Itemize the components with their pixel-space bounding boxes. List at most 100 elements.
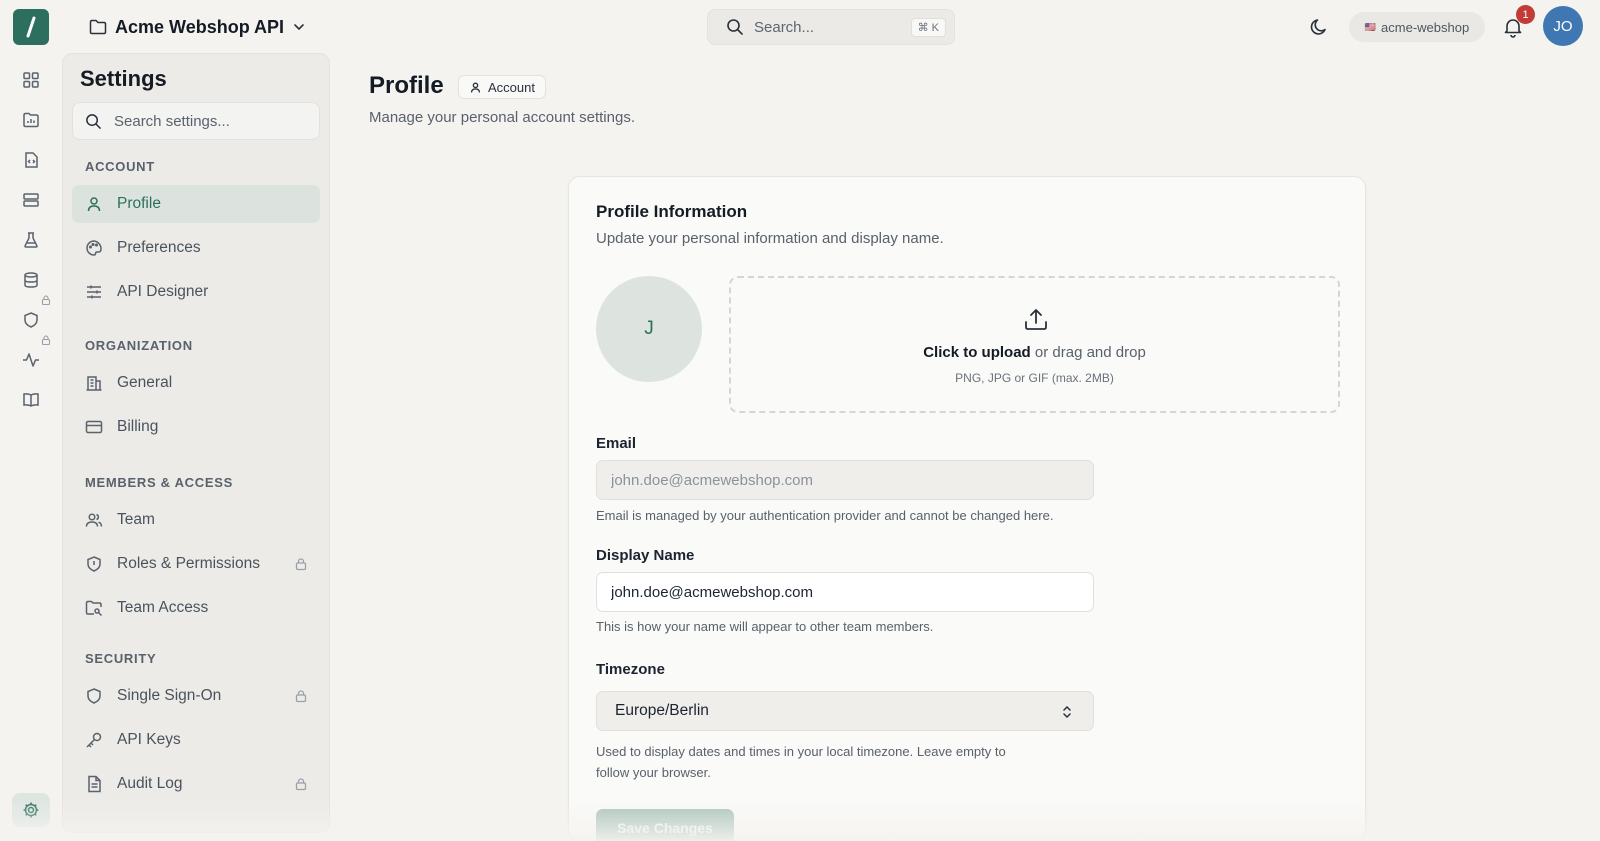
sidebar-item-api-designer[interactable]: API Designer [72, 273, 320, 311]
settings-search-placeholder: Search settings... [114, 112, 230, 130]
sidebar-item-single-sign-on[interactable]: Single Sign-On [72, 677, 320, 715]
display-name-label: Display Name [596, 547, 695, 564]
icon-rail [0, 53, 62, 841]
lock-icon [294, 557, 308, 571]
profile-card: Profile Information Update your personal… [568, 176, 1366, 841]
shield-icon [85, 687, 103, 705]
upload-action: Click to upload [923, 344, 1031, 361]
moon-icon[interactable] [1308, 16, 1330, 38]
users-icon [85, 511, 103, 529]
project-name: Acme Webshop API [115, 16, 285, 37]
key-icon [85, 731, 103, 749]
timezone-help-line1: Used to display dates and times in your … [596, 744, 1006, 759]
sliders-icon [85, 283, 103, 301]
sidebar-item-label: General [117, 374, 173, 391]
display-name-help: This is how your name will appear to oth… [596, 619, 934, 634]
page-title: Profile [369, 72, 444, 99]
sidebar-item-general[interactable]: General [72, 364, 320, 402]
top-bar: Acme Webshop API Search... ⌘ K 🇺🇸 acme-w… [0, 0, 1600, 53]
lock-icon [40, 294, 52, 306]
folder-chart-icon[interactable] [20, 109, 42, 131]
sidebar-item-profile[interactable]: Profile [72, 185, 320, 223]
sidebar-item-label: Billing [117, 418, 159, 435]
display-name-field[interactable] [596, 572, 1094, 612]
global-search[interactable]: Search... ⌘ K [707, 9, 955, 45]
profile-avatar: J [596, 276, 702, 382]
email-help: Email is managed by your authentication … [596, 508, 1054, 523]
project-switcher[interactable]: Acme Webshop API [89, 14, 306, 40]
card-subtitle: Update your personal information and dis… [596, 230, 944, 247]
email-field[interactable] [596, 460, 1094, 500]
sidebar-item-label: Audit Log [117, 775, 183, 792]
search-icon [85, 113, 102, 130]
timezone-help: Used to display dates and times in your … [596, 741, 1006, 783]
chevron-up-down-icon [1061, 704, 1073, 720]
user-icon [469, 81, 482, 94]
database-icon[interactable] [20, 269, 42, 291]
sidebar-item-audit-log[interactable]: Audit Log [72, 765, 320, 803]
sidebar-item-label: Single Sign-On [117, 687, 222, 704]
sidebar-item-label: Preferences [117, 239, 201, 256]
gear-icon[interactable] [12, 793, 50, 827]
lock-icon [294, 777, 308, 791]
upload-instructions: Click to upload or drag and drop [731, 344, 1338, 361]
card-title: Profile Information [596, 202, 748, 221]
section-heading-organization: ORGANIZATION [85, 338, 193, 353]
sidebar-item-label: Roles & Permissions [117, 555, 260, 572]
chevron-down-icon [292, 20, 306, 34]
upload-icon [1023, 306, 1049, 332]
section-heading-account: ACCOUNT [85, 159, 155, 174]
sidebar-item-roles-permissions[interactable]: Roles & Permissions [72, 545, 320, 583]
avatar-upload-dropzone[interactable]: Click to upload or drag and drop PNG, JP… [729, 276, 1340, 413]
section-heading-members: MEMBERS & ACCESS [85, 475, 233, 490]
upload-hint: PNG, JPG or GIF (max. 2MB) [955, 371, 1114, 385]
lock-icon [294, 689, 308, 703]
timezone-value: Europe/Berlin [615, 702, 709, 719]
folder-icon [89, 19, 107, 35]
sidebar-item-team[interactable]: Team [72, 501, 320, 539]
shortcut-hint: ⌘ K [910, 17, 946, 37]
sidebar-item-api-keys[interactable]: API Keys [72, 721, 320, 759]
timezone-help-line2: follow your browser. [596, 765, 711, 780]
user-icon [85, 195, 103, 213]
sidebar-item-label: Profile [117, 195, 161, 212]
lock-icon [40, 334, 52, 346]
timezone-label: Timezone [596, 661, 665, 678]
sidebar-item-label: API Designer [117, 283, 209, 300]
upload-rest: or drag and drop [1030, 344, 1146, 361]
sidebar-item-team-access[interactable]: Team Access [72, 589, 320, 627]
settings-search-input[interactable]: Search settings... [72, 102, 320, 140]
dashboard-icon[interactable] [20, 69, 42, 91]
flag-icon: 🇺🇸 [1364, 21, 1376, 32]
building-icon [85, 374, 103, 392]
sidebar-item-billing[interactable]: Billing [72, 408, 320, 446]
sidebar-item-label: Team Access [117, 599, 209, 616]
credit-card-icon [85, 418, 103, 436]
account-badge: Account [458, 75, 546, 99]
search-icon [726, 18, 744, 36]
sidebar-item-label: Team [117, 511, 155, 528]
notification-badge: 1 [1516, 5, 1535, 24]
user-avatar[interactable]: JO [1543, 6, 1583, 46]
page-subtitle: Manage your personal account settings. [369, 109, 635, 126]
flask-icon[interactable] [20, 229, 42, 251]
search-placeholder: Search... [754, 18, 815, 36]
email-label: Email [596, 435, 637, 452]
org-name: acme-webshop [1381, 19, 1470, 35]
palette-icon [85, 239, 103, 257]
app-logo[interactable] [13, 9, 49, 45]
section-heading-security: SECURITY [85, 651, 157, 666]
shield-icon[interactable] [20, 309, 42, 331]
sidebar-item-preferences[interactable]: Preferences [72, 229, 320, 267]
code-file-icon[interactable] [20, 149, 42, 171]
timezone-select[interactable]: Europe/Berlin [596, 691, 1094, 731]
badge-label: Account [488, 79, 535, 95]
shield-icon [85, 555, 103, 573]
sidebar-item-label: API Keys [117, 731, 181, 748]
server-icon[interactable] [20, 189, 42, 211]
org-switcher[interactable]: 🇺🇸 acme-webshop [1349, 12, 1485, 42]
book-icon[interactable] [20, 389, 42, 411]
folder-key-icon [85, 599, 103, 617]
activity-icon[interactable] [20, 349, 42, 371]
save-changes-button[interactable]: Save Changes [596, 809, 734, 841]
